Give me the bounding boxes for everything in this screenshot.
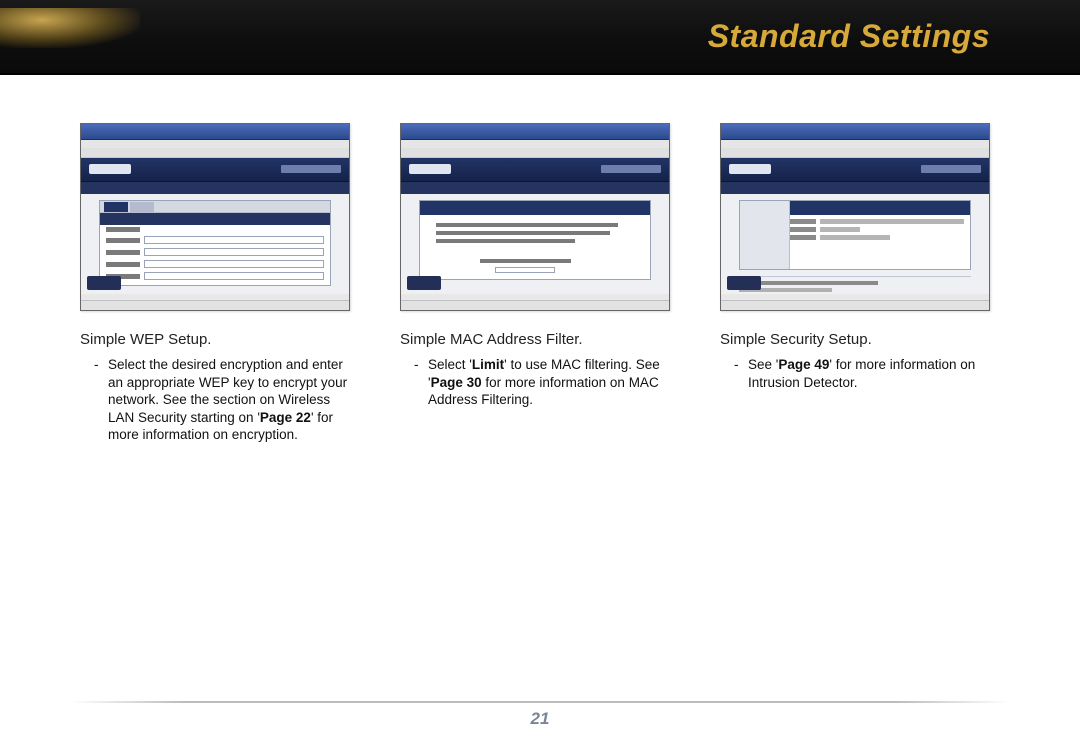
window-titlebar — [81, 124, 349, 140]
info-panel — [419, 200, 651, 280]
sub-header — [81, 182, 349, 194]
bullet-item: Select the desired encryption and enter … — [94, 356, 360, 444]
window-titlebar — [401, 124, 669, 140]
settings-panel — [739, 200, 971, 270]
form-row — [100, 225, 330, 234]
column-wep: Simple WEP Setup. Select the desired enc… — [80, 123, 360, 444]
lower-text — [739, 276, 971, 294]
panel-sidebar — [740, 201, 790, 269]
column-security: Simple Security Setup. See 'Page 49' for… — [720, 123, 1000, 444]
window-toolbar — [401, 148, 669, 158]
bullet-list: See 'Page 49' for more information on In… — [720, 356, 1000, 391]
back-button — [87, 276, 121, 290]
page-number: 21 — [0, 709, 1080, 729]
window-menubar — [401, 140, 669, 148]
app-header — [81, 158, 349, 182]
screenshot-wep — [80, 123, 350, 311]
page-content: Simple WEP Setup. Select the desired enc… — [0, 75, 1080, 444]
status-bar — [81, 300, 349, 310]
form-row — [100, 246, 330, 258]
app-header — [721, 158, 989, 182]
screenshot-security — [720, 123, 990, 311]
form-row — [100, 270, 330, 282]
window-menubar — [81, 140, 349, 148]
page-title: Standard Settings — [708, 18, 990, 55]
sub-header — [721, 182, 989, 194]
page-header-band: Standard Settings — [0, 0, 1080, 75]
window-menubar — [721, 140, 989, 148]
back-button — [727, 276, 761, 290]
app-header — [401, 158, 669, 182]
status-bar — [721, 300, 989, 310]
sub-header — [401, 182, 669, 194]
bullet-item: Select 'Limit' to use MAC filtering. See… — [414, 356, 680, 409]
header-right-text — [281, 165, 341, 173]
logo-icon — [89, 164, 131, 174]
app-body — [81, 194, 349, 294]
section-heading-wep: Simple WEP Setup. — [80, 331, 360, 348]
logo-icon — [729, 164, 771, 174]
tab — [130, 202, 154, 212]
app-body — [721, 194, 989, 294]
window-toolbar — [721, 148, 989, 158]
status-bar — [401, 300, 669, 310]
bullet-list: Select 'Limit' to use MAC filtering. See… — [400, 356, 680, 409]
window-titlebar — [721, 124, 989, 140]
bullet-item: See 'Page 49' for more information on In… — [734, 356, 1000, 391]
section-heading-mac: Simple MAC Address Filter. — [400, 331, 680, 348]
panel-header-strip — [100, 213, 330, 225]
footer-rule — [70, 701, 1010, 703]
screenshot-mac — [400, 123, 670, 311]
back-button — [407, 276, 441, 290]
header-right-text — [601, 165, 661, 173]
column-mac: Simple MAC Address Filter. Select 'Limit… — [400, 123, 680, 444]
window-toolbar — [81, 148, 349, 158]
tab-active — [104, 202, 128, 212]
form-row — [100, 234, 330, 246]
panel-header-strip — [420, 201, 650, 215]
bullet-list: Select the desired encryption and enter … — [80, 356, 360, 444]
section-heading-security: Simple Security Setup. — [720, 331, 1000, 348]
app-body — [401, 194, 669, 294]
form-row — [100, 258, 330, 270]
tab-bar — [100, 201, 330, 213]
header-right-text — [921, 165, 981, 173]
form-panel — [99, 200, 331, 286]
logo-icon — [409, 164, 451, 174]
panel-header-strip — [790, 201, 970, 215]
